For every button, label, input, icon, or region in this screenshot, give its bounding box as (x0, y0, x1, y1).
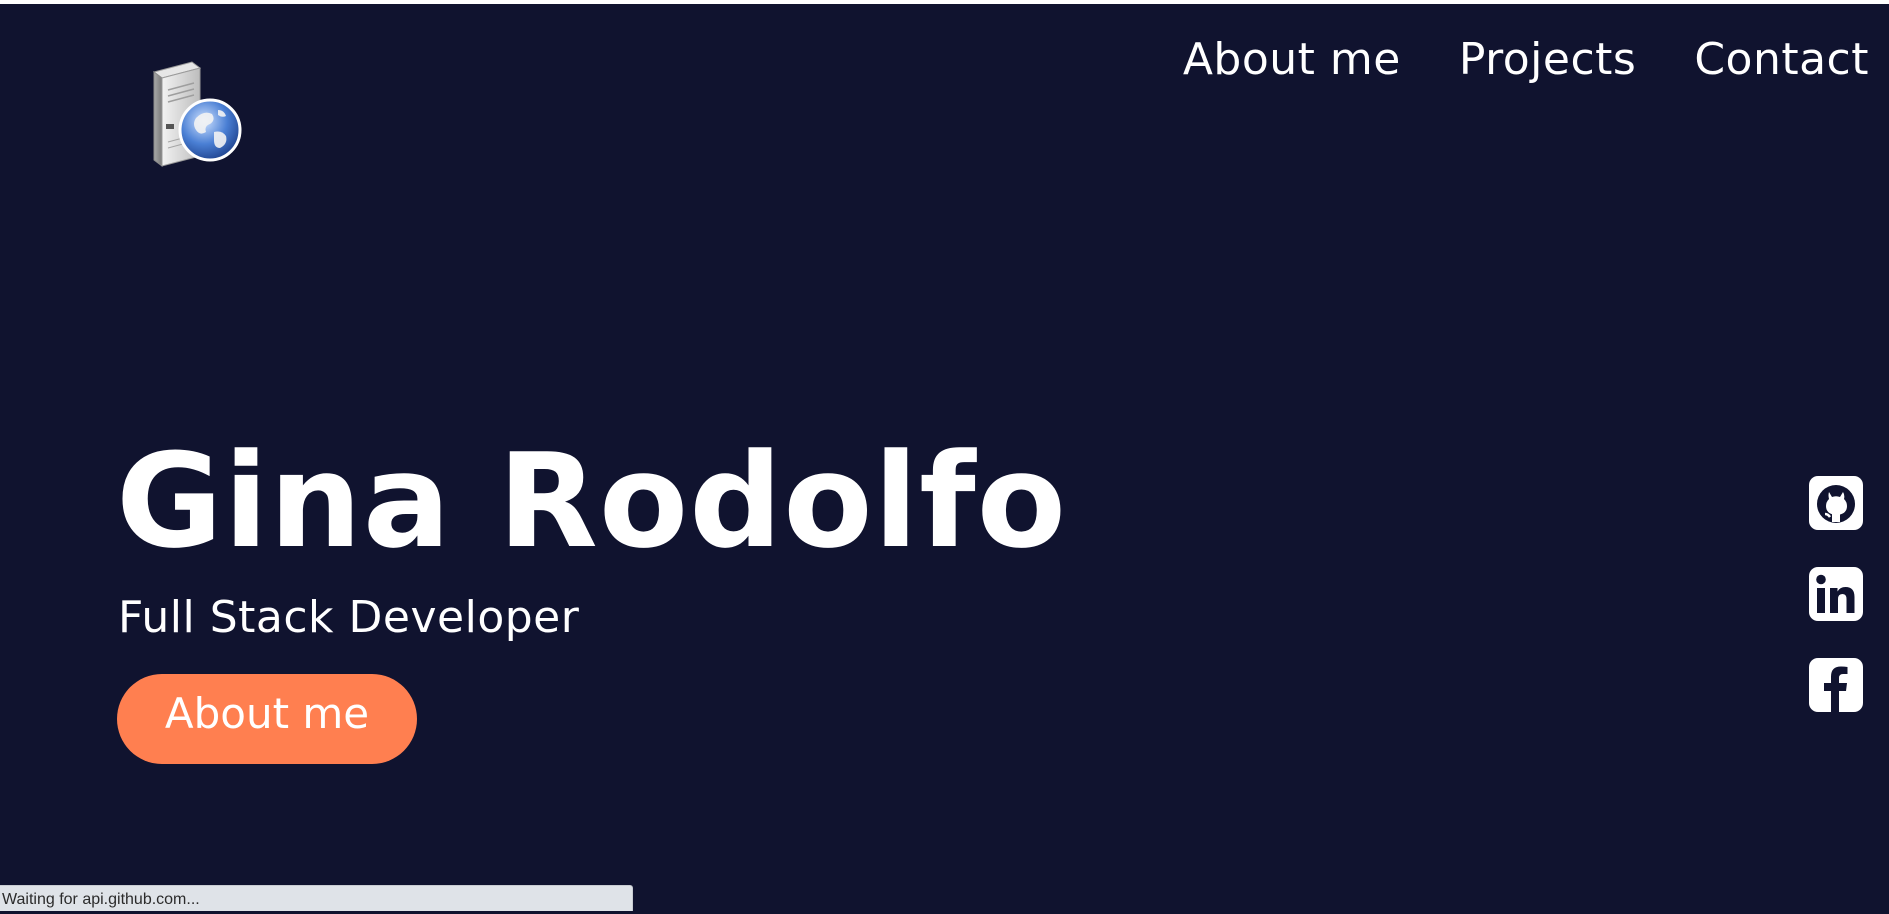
hero-role-subtitle: Full Stack Developer (118, 592, 580, 643)
social-links (1809, 476, 1863, 712)
linkedin-icon[interactable] (1809, 567, 1863, 621)
browser-status-bar: Waiting for api.github.com... (0, 885, 633, 911)
about-me-button[interactable]: About me (117, 674, 417, 764)
github-icon[interactable] (1809, 476, 1863, 530)
browser-top-edge (0, 0, 1889, 4)
nav-projects-link[interactable]: Projects (1459, 34, 1636, 85)
nav-about-me-link[interactable]: About me (1183, 34, 1401, 85)
hero-name-heading: Gina Rodolfo (116, 425, 1068, 577)
nav-contact-link[interactable]: Contact (1694, 34, 1869, 85)
main-nav: About me Projects Contact (1183, 34, 1869, 85)
facebook-icon[interactable] (1809, 658, 1863, 712)
server-globe-logo-icon[interactable] (148, 60, 244, 170)
